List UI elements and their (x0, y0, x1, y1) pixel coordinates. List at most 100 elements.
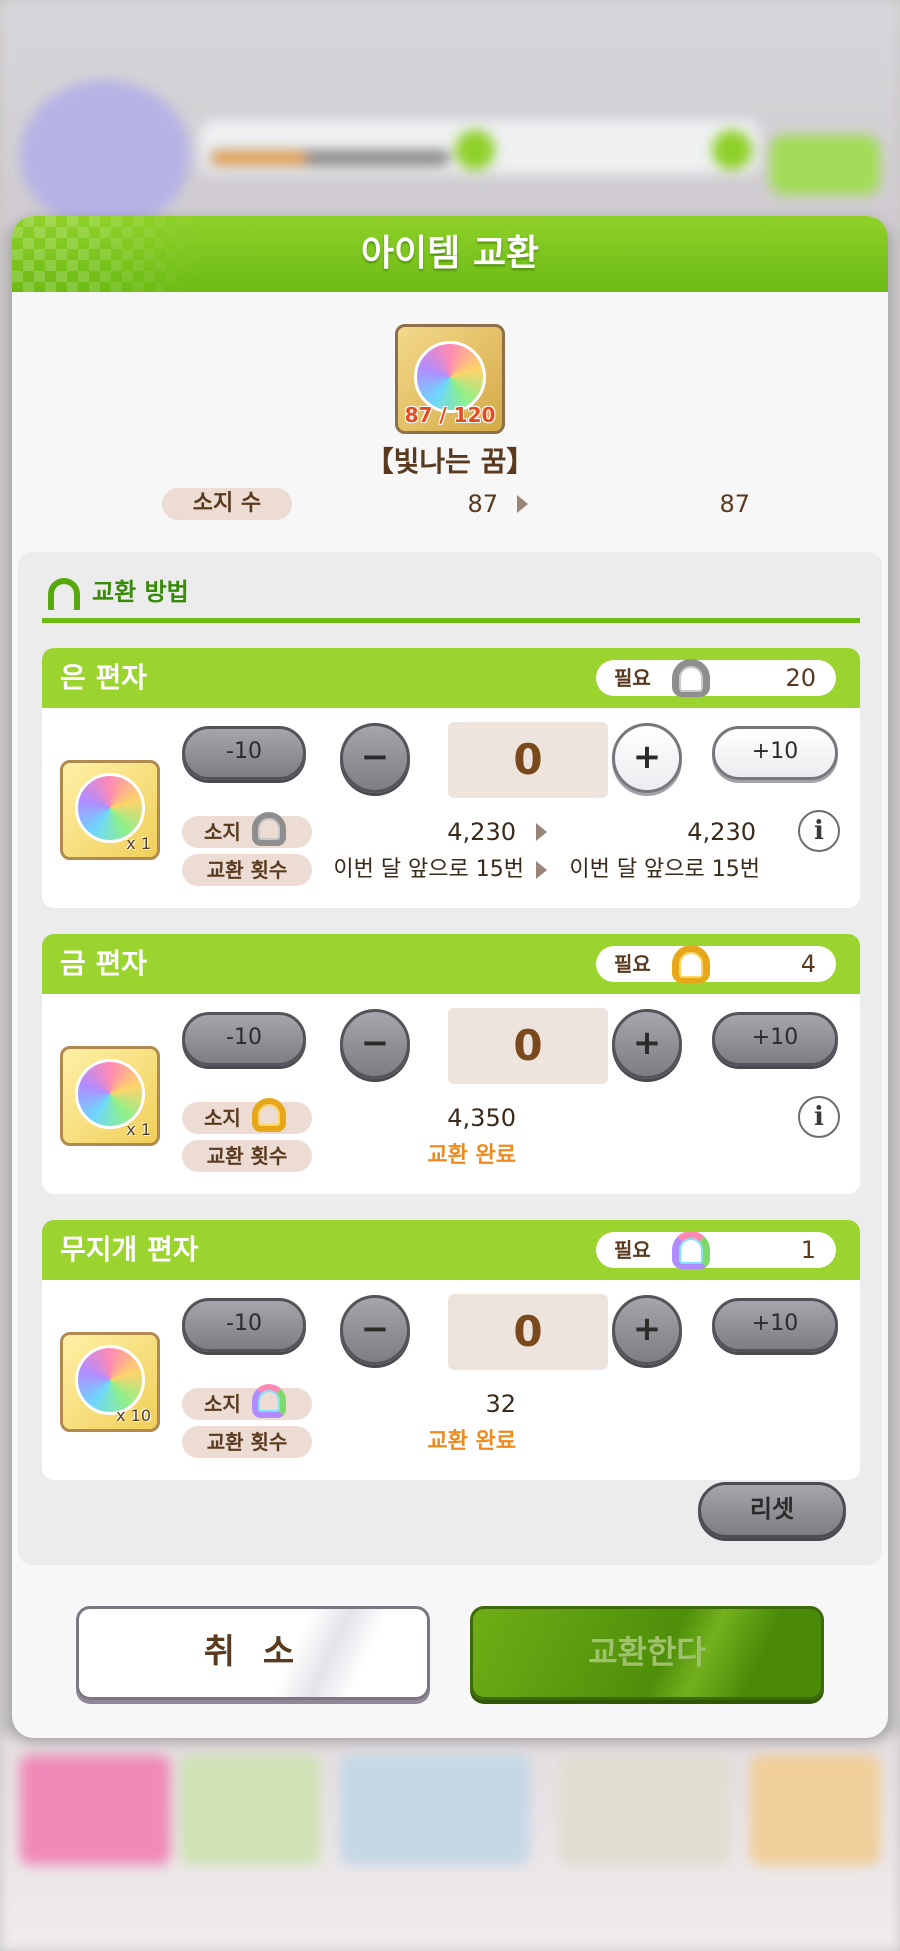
owned-count-row: 소지 수 87 87 (12, 488, 888, 520)
plus-button[interactable]: + (612, 1009, 682, 1079)
cancel-button[interactable]: 취 소 (76, 1606, 430, 1700)
owned-label-text: 소지 (204, 1106, 241, 1130)
exchange-methods-heading: 교환 방법 (48, 572, 189, 612)
rainbow-horseshoe-icon (672, 1231, 710, 1269)
required-pill: 필요 1 (596, 1231, 836, 1269)
arrow-right-icon (536, 823, 547, 841)
background-tile (560, 1755, 730, 1865)
card-title: 금 편자 (60, 947, 148, 980)
item-count: 87 / 120 (404, 403, 496, 427)
required-value: 1 (800, 1236, 816, 1264)
arrow-right-icon (517, 495, 528, 513)
info-button[interactable]: i (798, 810, 840, 852)
item-name: 【빛나는 꿈】 (365, 445, 535, 478)
exchange-count-label: 교환 횟수 (182, 1426, 312, 1458)
plus-10-button[interactable]: +10 (712, 1298, 838, 1352)
exchange-count-row: 교환 횟수 교환 완료 (42, 1140, 860, 1172)
background-game-ui-bottom (0, 1735, 900, 1951)
required-label: 필요 (614, 952, 651, 976)
item-icon: 87 / 120 (395, 324, 505, 434)
background-tile (750, 1755, 880, 1865)
card-header: 금 편자 필요 4 (42, 934, 860, 994)
quantity-field[interactable]: 0 (448, 1294, 608, 1370)
card-header: 은 편자 필요 20 (42, 648, 860, 708)
minus-10-button[interactable]: -10 (182, 726, 306, 780)
owned-label: 소지 (182, 1098, 312, 1134)
heading-divider (42, 618, 860, 623)
exchange-button[interactable]: 교환한다 (470, 1606, 824, 1700)
required-value: 4 (800, 950, 816, 978)
reset-button[interactable]: 리셋 (698, 1482, 846, 1538)
background-green-button (770, 135, 880, 195)
exchange-count-label: 교환 횟수 (182, 854, 312, 886)
card-header: 무지개 편자 필요 1 (42, 1220, 860, 1280)
owned-before: 4,230 (447, 818, 516, 846)
plus-10-button[interactable]: +10 (712, 1012, 838, 1066)
horseshoe-icon (48, 578, 80, 610)
silver-horseshoe-icon (672, 659, 710, 697)
owned-label: 소지 (182, 1384, 312, 1420)
exchange-methods-panel: 교환 방법 은 편자 필요 20 x 1 -10 − 0 + +10 소지 4,… (18, 552, 882, 1565)
background-tile (20, 1755, 170, 1865)
plus-10-button[interactable]: +10 (712, 726, 838, 780)
exchange-card-silver: 은 편자 필요 20 x 1 -10 − 0 + +10 소지 4,230 4,… (42, 648, 860, 908)
background-green-circle (712, 130, 752, 170)
item-exchange-modal: 아이템 교환 87 / 120 【빛나는 꿈】 소지 수 87 87 교환 방법… (12, 216, 888, 1738)
owned-value: 4,350 (447, 1104, 516, 1132)
arrow-right-icon (536, 861, 547, 879)
minus-10-button[interactable]: -10 (182, 1012, 306, 1066)
background-green-circle (455, 130, 495, 170)
modal-title: 아이템 교환 (360, 233, 540, 274)
owned-currency-row: 소지 4,350 i (42, 1096, 860, 1138)
required-pill: 필요 20 (596, 659, 836, 697)
exchange-count-label: 교환 횟수 (182, 1140, 312, 1172)
owned-count-before: 87 (467, 490, 498, 518)
gold-horseshoe-icon (252, 1098, 286, 1132)
quantity-controls: -10 − 0 + +10 (42, 1280, 860, 1380)
owned-count-label: 소지 수 (162, 488, 292, 520)
owned-currency-row: 소지 32 (42, 1384, 860, 1420)
exchange-count-after: 이번 달 앞으로 15번 (569, 857, 760, 882)
modal-header: 아이템 교환 (12, 216, 888, 292)
card-title: 은 편자 (60, 661, 148, 694)
exchange-count-before: 이번 달 앞으로 15번 (333, 857, 524, 882)
required-label: 필요 (614, 666, 651, 690)
background-progress-fill (212, 152, 307, 164)
background-tile (180, 1755, 320, 1865)
required-label: 필요 (614, 1238, 651, 1262)
exchange-count-row: 교환 횟수 이번 달 앞으로 15번 이번 달 앞으로 15번 (42, 854, 860, 886)
background-game-ui-top (0, 0, 900, 230)
info-button[interactable]: i (798, 1096, 840, 1138)
owned-label: 소지 (182, 812, 312, 848)
minus-10-button[interactable]: -10 (182, 1298, 306, 1352)
quantity-field[interactable]: 0 (448, 722, 608, 798)
exchange-methods-label: 교환 방법 (92, 578, 189, 606)
owned-currency-row: 소지 4,230 4,230 i (42, 810, 860, 852)
exchange-status: 교환 완료 (427, 1143, 516, 1168)
gold-horseshoe-icon (672, 945, 710, 983)
exchange-card-gold: 금 편자 필요 4 x 1 -10 − 0 + +10 소지 4,350 i 교… (42, 934, 860, 1194)
owned-label-text: 소지 (204, 1392, 241, 1416)
plus-button[interactable]: + (612, 723, 682, 793)
plus-button[interactable]: + (612, 1295, 682, 1365)
minus-button[interactable]: − (340, 723, 410, 793)
required-value: 20 (785, 664, 816, 692)
exchange-card-rainbow: 무지개 편자 필요 1 x 10 -10 − 0 + +10 소지 32 교환 … (42, 1220, 860, 1480)
rainbow-horseshoe-icon (252, 1384, 286, 1418)
quantity-field[interactable]: 0 (448, 1008, 608, 1084)
background-tile (340, 1755, 530, 1865)
background-logo (20, 80, 190, 230)
exchange-status: 교환 완료 (427, 1429, 516, 1454)
owned-after: 4,230 (687, 818, 756, 846)
quantity-controls: -10 − 0 + +10 (42, 708, 860, 808)
exchange-count-row: 교환 횟수 교환 완료 (42, 1426, 860, 1458)
required-pill: 필요 4 (596, 945, 836, 983)
owned-value: 32 (485, 1390, 516, 1418)
owned-count-after: 87 (719, 490, 750, 518)
silver-horseshoe-icon (252, 812, 286, 846)
quantity-controls: -10 − 0 + +10 (42, 994, 860, 1094)
minus-button[interactable]: − (340, 1295, 410, 1365)
owned-label-text: 소지 (204, 820, 241, 844)
minus-button[interactable]: − (340, 1009, 410, 1079)
card-title: 무지개 편자 (60, 1233, 199, 1266)
